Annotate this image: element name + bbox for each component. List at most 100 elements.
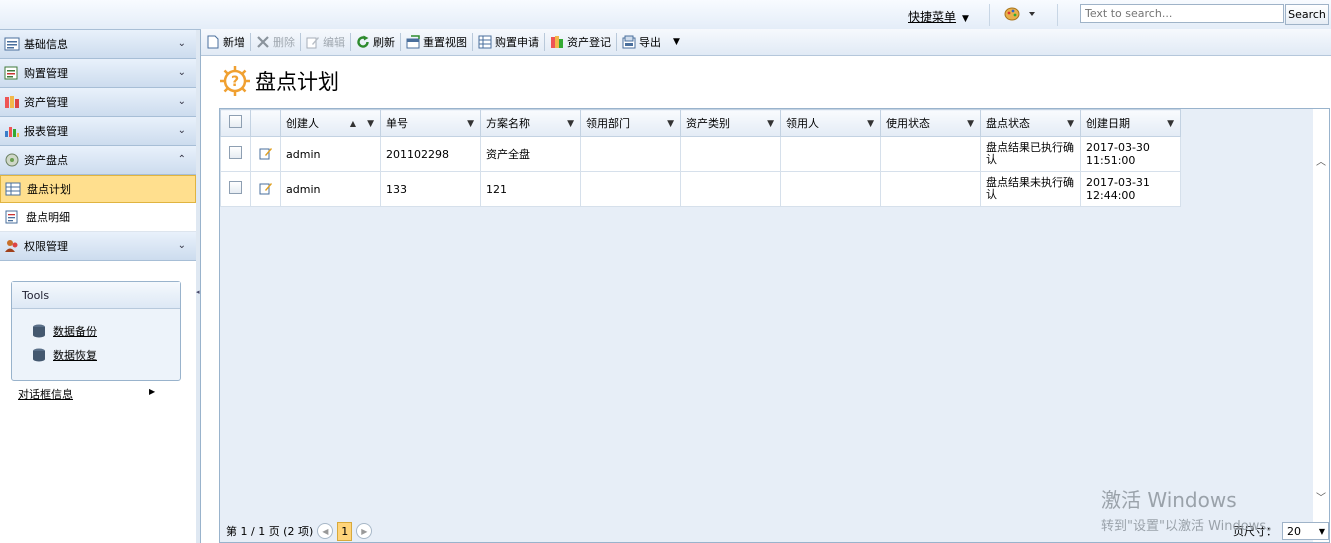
filter-icon[interactable]: ▼	[867, 119, 874, 129]
asset-register-button[interactable]: 资产登记	[545, 31, 616, 53]
filter-icon[interactable]: ▼	[1167, 119, 1174, 129]
sidebar-section-label: 资产管理	[24, 96, 68, 109]
filter-icon[interactable]: ▼	[767, 119, 774, 129]
quick-menu-label[interactable]: 快捷菜单	[908, 10, 956, 24]
table-row[interactable]: admin 201102298 资产全盘 盘点结果已执行确认 2017-03-3…	[220, 136, 1181, 172]
row-edit-cell[interactable]	[250, 171, 281, 207]
collapse-arrow-icon[interactable]: ◂	[196, 288, 200, 296]
next-page-icon[interactable]: ▶	[356, 523, 373, 539]
data-restore-label[interactable]: 数据恢复	[53, 347, 97, 363]
edit-icon[interactable]	[259, 181, 273, 195]
watermark-title: 激活 Windows	[1101, 488, 1237, 512]
column-header-user[interactable]: 领用人 ▼	[780, 109, 881, 137]
column-header-usage[interactable]: 使用状态 ▼	[880, 109, 981, 137]
cell-date-time: 11:51:00	[1086, 154, 1136, 167]
column-header-date[interactable]: 创建日期 ▼	[1080, 109, 1181, 137]
delete-button[interactable]: 删除	[251, 31, 300, 53]
sidebar-section-assets[interactable]: 资产管理 ⌄	[0, 88, 196, 117]
sidebar-section-permissions[interactable]: 权限管理 ⌄	[0, 232, 196, 261]
table-icon	[478, 35, 492, 49]
chevron-down-icon[interactable]: ▼	[673, 37, 680, 47]
sidebar-section-label: 资产盘点	[24, 154, 68, 167]
cell-usage	[880, 136, 981, 172]
edit-icon[interactable]	[259, 146, 273, 160]
sort-asc-icon[interactable]: ▲	[350, 119, 356, 128]
chevron-up-icon: ⌃	[177, 154, 186, 165]
palette-icon[interactable]	[1004, 7, 1038, 21]
row-select-cell[interactable]	[220, 171, 251, 207]
search-input[interactable]	[1080, 4, 1284, 23]
column-header-number[interactable]: 单号 ▼	[380, 109, 481, 137]
filter-icon[interactable]: ▼	[1067, 119, 1074, 129]
delete-icon	[257, 36, 269, 48]
row-checkbox[interactable]	[229, 181, 242, 194]
column-label: 方案名称	[486, 117, 530, 130]
filter-icon[interactable]: ▼	[667, 119, 674, 129]
chevron-down-icon: ⌄	[177, 67, 186, 78]
data-backup-link[interactable]: 数据备份	[32, 323, 180, 339]
reset-view-button[interactable]: 重置视图	[401, 31, 472, 53]
row-checkbox[interactable]	[229, 146, 242, 159]
cell-date-day: 2017-03-31	[1086, 176, 1150, 189]
column-header-category[interactable]: 资产类别 ▼	[680, 109, 781, 137]
refresh-button[interactable]: 刷新	[351, 31, 400, 53]
sidebar-section-label: 报表管理	[24, 125, 68, 138]
filter-icon[interactable]: ▼	[567, 119, 574, 129]
chevron-right-icon[interactable]: ▶	[149, 387, 155, 396]
search-button[interactable]: Search	[1285, 4, 1329, 25]
refresh-button-label: 刷新	[373, 36, 395, 49]
edit-icon	[306, 37, 319, 49]
add-button[interactable]: 新增	[201, 31, 250, 53]
select-all-cell[interactable]	[220, 109, 251, 137]
prev-page-icon[interactable]: ◀	[317, 523, 334, 539]
column-header-dept[interactable]: 领用部门 ▼	[580, 109, 681, 137]
purchase-request-button[interactable]: 购置申请	[473, 31, 544, 53]
cell-creator: admin	[280, 171, 381, 207]
page-size-select[interactable]: 20 ▼	[1282, 522, 1329, 540]
edit-button[interactable]: 编辑	[301, 31, 350, 53]
sidebar-item-inventory-plan[interactable]: 盘点计划	[0, 175, 196, 203]
sidebar-section-reports[interactable]: 报表管理 ⌄	[0, 117, 196, 146]
cell-date: 2017-03-31 12:44:00	[1080, 171, 1181, 207]
column-header-plan[interactable]: 方案名称 ▼	[480, 109, 581, 137]
row-edit-cell[interactable]	[250, 136, 281, 172]
vertical-scrollbar[interactable]: ︿ ﹀	[1313, 109, 1329, 542]
scroll-up-icon[interactable]: ︿	[1316, 153, 1326, 168]
chevron-down-icon: ⌄	[177, 96, 186, 107]
column-header-status[interactable]: 盘点状态 ▼	[980, 109, 1081, 137]
scroll-down-icon[interactable]: ﹀	[1316, 489, 1326, 504]
sidebar-splitter[interactable]: ◂	[196, 30, 201, 543]
export-button[interactable]: 导出 ▼	[617, 31, 685, 53]
cell-status: 盘点结果未执行确认	[980, 171, 1081, 207]
report-icon	[5, 210, 18, 224]
page-size-value[interactable]: 20	[1287, 525, 1301, 538]
column-header-creator[interactable]: 创建人 ▲ ▼	[280, 109, 381, 137]
select-all-checkbox[interactable]	[229, 115, 242, 128]
data-restore-link[interactable]: 数据恢复	[32, 347, 180, 363]
users-icon	[5, 240, 18, 252]
table-row[interactable]: admin 133 121 盘点结果未执行确认 2017-03-31 12:44:…	[220, 171, 1181, 207]
data-grid: 创建人 ▲ ▼ 单号 ▼ 方案名称 ▼ 领用部门 ▼ 资产类别 ▼ 领用人 ▼ 使用状态 ▼ 盘…	[219, 108, 1330, 543]
sidebar-section-purchase[interactable]: 购置管理 ⌄	[0, 59, 196, 88]
sidebar-section-inventory[interactable]: 资产盘点 ⌃	[0, 146, 196, 175]
sidebar: 基础信息 ⌄ 购置管理 ⌄ 资产管理 ⌄ 报表管理 ⌄ 资产盘点 ⌃ 盘点计划 …	[0, 30, 197, 543]
chevron-down-icon[interactable]: ▼	[1319, 523, 1325, 541]
sidebar-section-basic-info[interactable]: 基础信息 ⌄	[0, 30, 196, 59]
sidebar-item-inventory-detail[interactable]: 盘点明细	[0, 203, 196, 232]
chevron-down-icon[interactable]: ▼	[962, 14, 969, 24]
row-select-cell[interactable]	[220, 136, 251, 172]
filter-icon[interactable]: ▼	[967, 119, 974, 129]
filter-icon[interactable]: ▼	[367, 119, 374, 129]
watermark-subtitle: 转到"设置"以激活 Windows。	[1101, 519, 1280, 534]
cell-user	[780, 136, 881, 172]
filter-icon[interactable]: ▼	[467, 119, 474, 129]
cell-status: 盘点结果已执行确认	[980, 136, 1081, 172]
cell-user	[780, 171, 881, 207]
theme-menu[interactable]	[1004, 7, 1038, 24]
data-backup-label[interactable]: 数据备份	[53, 323, 97, 339]
quick-menu[interactable]: 快捷菜单 ▼	[908, 8, 969, 25]
delete-button-label: 删除	[273, 36, 295, 49]
reset-view-button-label: 重置视图	[423, 36, 467, 49]
page-number-button[interactable]: 1	[337, 521, 353, 541]
dialog-info-link[interactable]: 对话框信息	[18, 386, 73, 402]
